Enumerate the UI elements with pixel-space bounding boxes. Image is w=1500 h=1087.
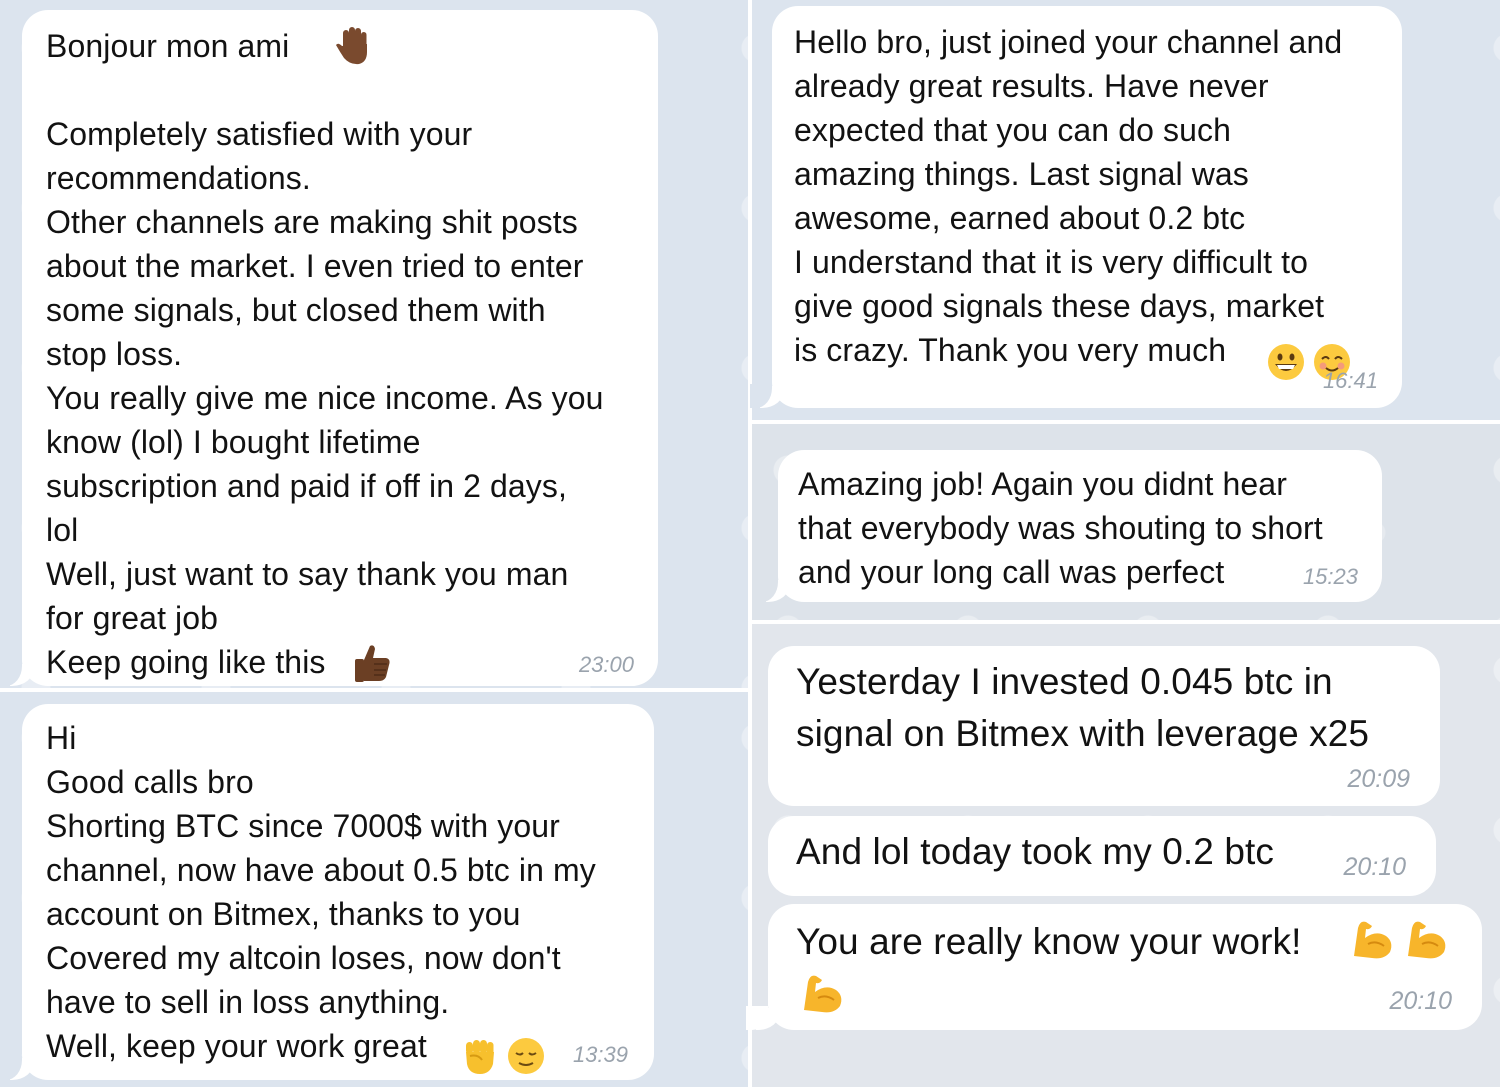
message-bubble[interactable]: Yesterday I invested 0.045 btc in signal… — [768, 646, 1440, 806]
message-bubble[interactable]: You are really know your work! 20:10 — [746, 904, 1482, 1030]
message-text: Bonjour mon ami Completely satisfied wit… — [46, 28, 604, 680]
thumbs-up-icon — [352, 642, 394, 689]
message-bubble[interactable]: Hello bro, just joined your channel and … — [750, 6, 1402, 408]
message-bubble[interactable]: Hi Good calls bro Shorting BTC since 700… — [0, 704, 654, 1081]
message-text: Yesterday I invested 0.045 btc in signal… — [796, 661, 1370, 754]
message-text: Hello bro, just joined your channel and … — [794, 24, 1343, 368]
raised-hand-icon — [334, 26, 374, 71]
message-text: And lol today took my 0.2 btc — [796, 831, 1274, 872]
message-bubble[interactable]: Bonjour mon ami Completely satisfied wit… — [0, 10, 658, 689]
vertical-divider — [748, 0, 752, 1087]
message-text: Amazing job! Again you didnt hear that e… — [798, 466, 1323, 590]
message-time: 23:00 — [578, 652, 634, 677]
flexed-biceps-icon — [1348, 916, 1396, 967]
message-text: Hi Good calls bro Shorting BTC since 700… — [46, 720, 596, 1064]
horizontal-divider-right-2 — [752, 620, 1500, 624]
relieved-face-icon — [506, 1036, 546, 1081]
message-time: 20:09 — [1347, 765, 1410, 793]
grinning-face-icon — [1266, 342, 1306, 387]
flexed-biceps-icon — [1402, 916, 1450, 967]
raised-fist-icon — [460, 1036, 500, 1081]
message-bubble[interactable]: And lol today took my 0.2 btc 20:10 — [768, 816, 1436, 896]
message-time: 20:10 — [1389, 987, 1452, 1015]
message-time: 20:10 — [1343, 853, 1406, 881]
message-time: 13:39 — [572, 1042, 628, 1067]
message-time: 15:23 — [1302, 564, 1358, 589]
horizontal-divider-right-1 — [752, 420, 1500, 424]
flexed-biceps-icon — [798, 970, 846, 1021]
message-bubble[interactable]: Amazing job! Again you didnt hear that e… — [756, 450, 1382, 602]
message-time: 16:41 — [1322, 368, 1378, 393]
